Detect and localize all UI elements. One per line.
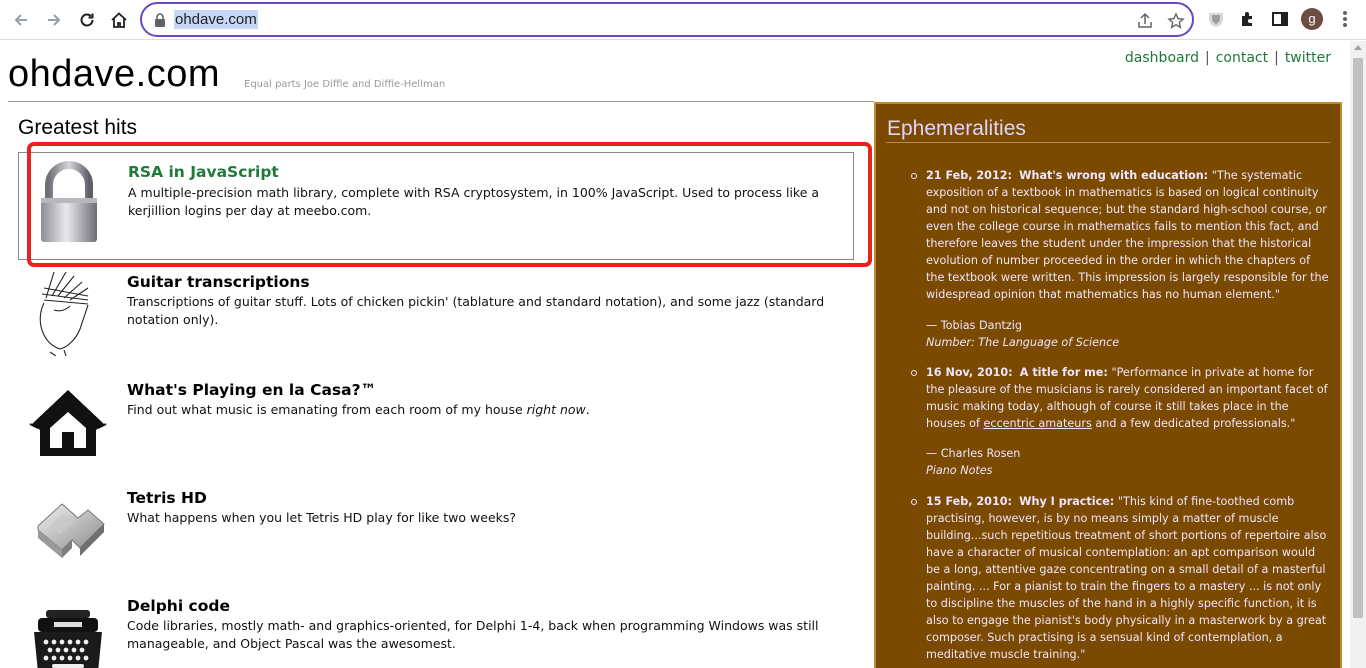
- quote-headline: What's wrong with education:: [1019, 169, 1209, 182]
- hit-description: What happens when you let Tetris HD play…: [127, 510, 517, 525]
- reload-button[interactable]: [74, 7, 100, 33]
- hit-description: Code libraries, mostly math- and graphic…: [127, 618, 819, 651]
- hit-title[interactable]: Guitar transcriptions: [127, 273, 310, 291]
- quote-attribution: — Charles Rosen Piano Notes: [926, 445, 1330, 479]
- url-text[interactable]: ohdave.com: [174, 10, 258, 29]
- back-button[interactable]: [8, 7, 34, 33]
- greatest-hits-heading: Greatest hits: [18, 116, 138, 139]
- quote-author: — Tobias Dantzig: [926, 319, 1022, 332]
- profile-avatar[interactable]: g: [1301, 8, 1323, 30]
- quote-entry: 21 Feb, 2012: What's wrong with educatio…: [911, 167, 1330, 303]
- extensions-puzzle-icon[interactable]: [1238, 9, 1258, 29]
- hit-title[interactable]: What's Playing en la Casa?™: [127, 381, 376, 399]
- forward-button[interactable]: [41, 7, 67, 33]
- hit-title[interactable]: Tetris HD: [127, 489, 207, 507]
- nav-link-twitter[interactable]: twitter: [1285, 50, 1331, 66]
- ephemeralities-panel: Ephemeralities 21 Feb, 2012: What's wron…: [874, 102, 1342, 668]
- quote-text: "This kind of fine-toothed comb practisi…: [926, 495, 1327, 661]
- ephemeralities-heading: Ephemeralities: [887, 117, 1026, 140]
- top-navigation: dashboard | contact | twitter: [1125, 50, 1331, 66]
- sidebar-divider: [886, 142, 1330, 143]
- quote-headline: A title for me:: [1019, 366, 1108, 379]
- hit-description-emphasis: right now: [526, 402, 586, 417]
- browser-toolbar: ohdave.com g: [0, 0, 1366, 40]
- site-title[interactable]: ohdave.com: [8, 53, 220, 96]
- bullet-icon: [911, 173, 917, 179]
- header-divider: [8, 101, 874, 102]
- quote-date: 16 Nov, 2010:: [926, 366, 1013, 379]
- hit-item-tetris[interactable]: Tetris HD What happens when you let Tetr…: [18, 484, 854, 584]
- home-icon: [111, 12, 127, 28]
- scrollbar-thumb[interactable]: [1353, 58, 1363, 618]
- quote-entry: 15 Feb, 2010: Why I practice: "This kind…: [911, 493, 1330, 663]
- hit-item-delphi[interactable]: Delphi code Code libraries, mostly math-…: [18, 592, 854, 668]
- hit-description: Transcriptions of guitar stuff. Lots of …: [127, 294, 825, 327]
- side-panel-icon[interactable]: [1270, 9, 1290, 29]
- guitar-hand-icon[interactable]: [34, 268, 98, 356]
- extension-shield-icon[interactable]: [1206, 9, 1226, 29]
- reload-icon: [80, 13, 94, 27]
- hit-description: Find out what music is emanating from ea…: [127, 401, 847, 419]
- site-tagline: Equal parts Joe Diffie and Diffie-Hellma…: [244, 79, 446, 90]
- quote-date: 21 Feb, 2012:: [926, 169, 1013, 182]
- highlight-annotation-box: [27, 142, 872, 267]
- hit-item-casa[interactable]: What's Playing en la Casa?™ Find out wha…: [18, 376, 854, 476]
- lock-icon: [155, 13, 165, 27]
- quote-date: 15 Feb, 2010:: [926, 495, 1013, 508]
- nav-separator: |: [1204, 50, 1210, 66]
- arrow-left-icon: [14, 14, 27, 26]
- home-button[interactable]: [106, 7, 132, 33]
- hit-title[interactable]: Delphi code: [127, 597, 230, 615]
- scroll-up-arrow-icon[interactable]: [1354, 45, 1362, 50]
- bullet-icon: [911, 370, 917, 376]
- address-bar[interactable]: ohdave.com: [140, 2, 1194, 37]
- share-icon[interactable]: [1136, 12, 1154, 30]
- quote-link-eccentric-amateurs[interactable]: eccentric amateurs: [983, 417, 1091, 430]
- typewriter-icon[interactable]: [28, 600, 108, 668]
- quote-entry: 16 Nov, 2010: A title for me: "Performan…: [911, 364, 1330, 432]
- nav-separator: |: [1274, 50, 1279, 66]
- web-page: ohdave.com Equal parts Joe Diffie and Di…: [0, 41, 1350, 668]
- hit-description-text: Find out what music is emanating from ea…: [127, 402, 527, 417]
- browser-menu-icon[interactable]: [1337, 9, 1353, 29]
- quote-headline: Why I practice:: [1019, 495, 1115, 508]
- hit-item-guitar[interactable]: Guitar transcriptions Transcriptions of …: [18, 268, 854, 368]
- bookmark-star-icon[interactable]: [1167, 12, 1185, 30]
- nav-link-contact[interactable]: contact: [1216, 50, 1268, 66]
- nav-link-dashboard[interactable]: dashboard: [1125, 50, 1199, 66]
- quote-author: — Charles Rosen: [926, 447, 1021, 460]
- tetris-block-icon[interactable]: [28, 486, 108, 574]
- quote-attribution: — Tobias Dantzig Number: The Language of…: [926, 317, 1330, 351]
- house-icon[interactable]: [28, 380, 108, 468]
- page-scrollbar[interactable]: [1350, 41, 1366, 668]
- arrow-right-icon: [48, 14, 61, 26]
- quote-source: Piano Notes: [926, 464, 993, 477]
- bullet-icon: [911, 499, 917, 505]
- quote-source: Number: The Language of Science: [926, 336, 1120, 349]
- quote-text: "The systematic exposition of a textbook…: [926, 169, 1329, 301]
- quote-text-end: and a few dedicated professionals.": [1091, 417, 1296, 430]
- hit-description-end: .: [585, 402, 590, 417]
